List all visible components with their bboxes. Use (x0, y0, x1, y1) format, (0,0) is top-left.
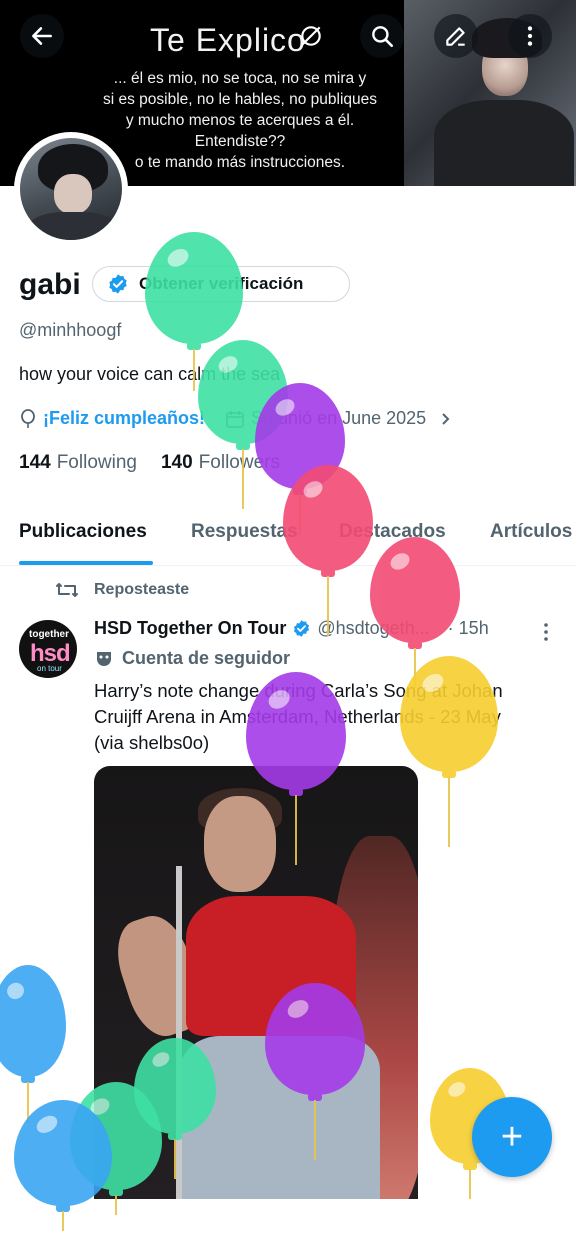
repost-label: Reposteaste (94, 581, 190, 598)
balloon-icon (21, 408, 35, 428)
more-vertical-icon (527, 26, 533, 46)
avatar-text-top: together (29, 629, 69, 640)
more-button[interactable] (508, 14, 552, 58)
profile-handle: @minhhoogf (19, 320, 122, 340)
balloon-decoration (14, 1100, 112, 1236)
eye-off-icon (301, 26, 321, 46)
post-author-avatar[interactable]: together hsd on tour (19, 620, 77, 678)
avatar-text-bottom: on tour (37, 664, 62, 673)
balloon-decoration (283, 465, 373, 641)
search-icon (372, 26, 394, 48)
post-author-name[interactable]: HSD Together On Tour (94, 618, 286, 639)
following-count: 144 (19, 452, 51, 473)
compose-post-button[interactable]: + (472, 1097, 552, 1177)
profile-avatar[interactable] (14, 132, 128, 246)
plus-icon: + (500, 1116, 524, 1158)
balloon-decoration (400, 656, 498, 852)
compose-icon (446, 27, 465, 46)
account-label-text: Cuenta de seguidor (122, 648, 291, 668)
back-button[interactable] (20, 14, 64, 58)
compose-button[interactable] (434, 14, 478, 58)
verified-badge-icon (109, 274, 127, 294)
hide-button[interactable] (289, 14, 333, 58)
followers-count: 140 (160, 452, 193, 473)
profile-name: gabi (19, 268, 81, 301)
search-button[interactable] (360, 14, 404, 58)
account-label: Cuenta de seguidor (94, 648, 290, 669)
mask-icon (97, 651, 111, 666)
active-tab-indicator (19, 561, 153, 565)
repost-indicator: Reposteaste (54, 580, 189, 600)
following-link[interactable]: 144 Following (19, 452, 137, 474)
post-more-icon[interactable] (540, 622, 552, 642)
repost-icon (56, 583, 78, 597)
banner-text: ... él es mio, no se toca, no se mira y … (102, 70, 378, 171)
back-arrow-icon (32, 27, 52, 45)
tab-articles[interactable]: Artículos (490, 521, 572, 543)
banner-title: Te Explico (150, 22, 306, 58)
balloon-decoration (246, 672, 346, 870)
balloon-decoration (265, 983, 365, 1165)
following-label: Following (56, 452, 137, 473)
birthday-link[interactable]: ¡Feliz cumpleaños! (43, 408, 205, 429)
chevron-right-icon[interactable] (438, 411, 454, 427)
tab-posts[interactable]: Publicaciones (19, 521, 147, 543)
